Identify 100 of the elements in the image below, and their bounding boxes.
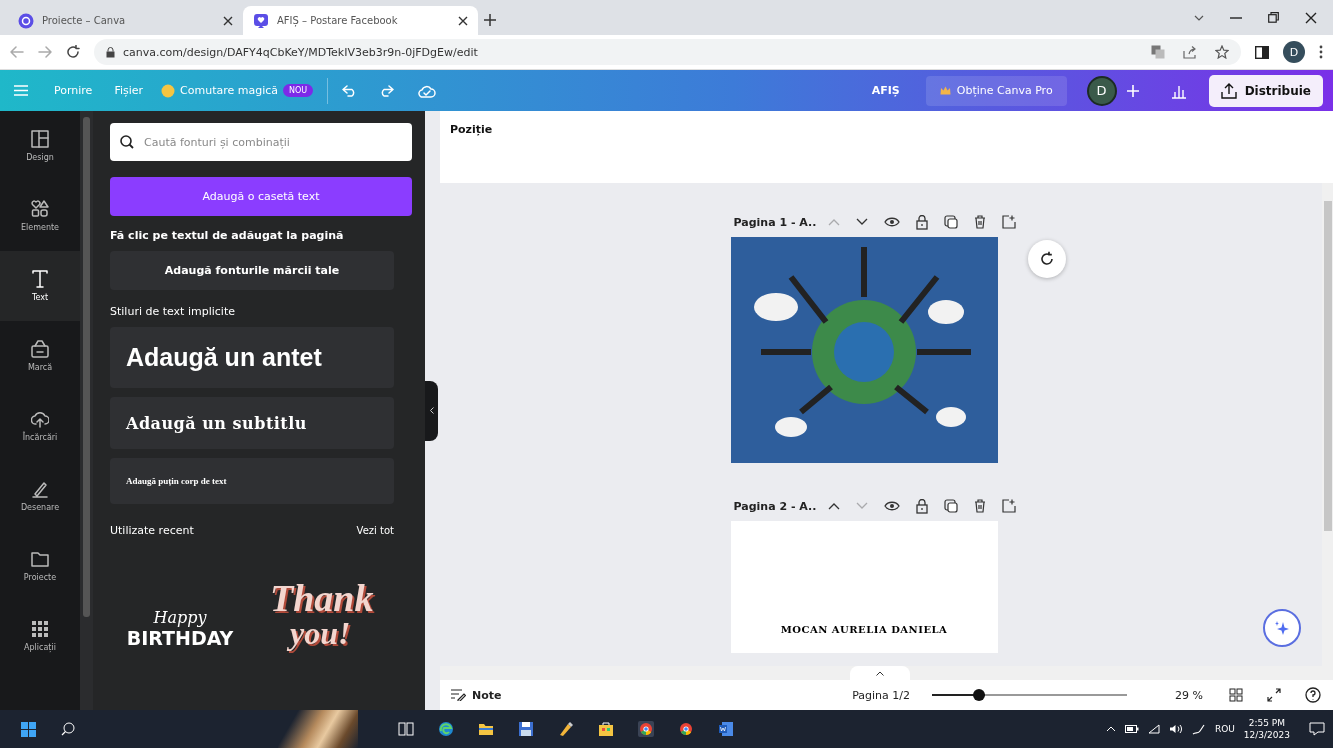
- font-combination-tile[interactable]: Thank you!: [270, 569, 410, 649]
- magic-assistant-button[interactable]: [1263, 609, 1301, 647]
- get-pro-button[interactable]: Obține Canva Pro: [925, 75, 1067, 106]
- clock-date[interactable]: 12/3/2023: [1243, 729, 1290, 741]
- sparkle-icon: [1274, 620, 1290, 636]
- reload-icon[interactable]: [66, 45, 80, 59]
- pen-tool-icon[interactable]: [558, 721, 574, 737]
- scrollbar-thumb[interactable]: [83, 117, 90, 617]
- speaker-icon[interactable]: [1168, 724, 1183, 734]
- sidebar-item[interactable]: Text: [0, 251, 80, 321]
- heart-chat-icon: [253, 12, 269, 29]
- add-page-icon[interactable]: [1002, 499, 1017, 513]
- grid-view-icon[interactable]: [1229, 688, 1243, 702]
- profile-avatar[interactable]: D: [1283, 41, 1305, 63]
- font-combination-tile[interactable]: Happy BIRTHDAY: [110, 569, 250, 649]
- lock-icon[interactable]: [916, 214, 929, 230]
- page-indicator[interactable]: Pagina 1/2: [852, 688, 911, 702]
- close-icon[interactable]: [1305, 11, 1317, 24]
- page-title[interactable]: Pagina 2 - A..: [733, 499, 817, 513]
- magic-switch-button[interactable]: Comutare magică NOU: [161, 83, 314, 98]
- word-document-icon[interactable]: [718, 721, 734, 737]
- notes-button[interactable]: Note: [450, 688, 502, 702]
- browser-tab[interactable]: AFIȘ – Postare Facebook: [243, 6, 478, 35]
- sidebar-item[interactable]: Desenare: [0, 461, 80, 531]
- trash-icon[interactable]: [974, 499, 987, 513]
- more-icon[interactable]: [1319, 45, 1323, 59]
- refresh-button[interactable]: [1028, 240, 1066, 278]
- share-icon[interactable]: [1183, 45, 1197, 59]
- windows-start-icon[interactable]: [20, 721, 36, 737]
- fullscreen-icon[interactable]: [1267, 688, 1281, 702]
- sidebar-item[interactable]: Design: [0, 111, 80, 181]
- page-text[interactable]: MOCAN AURELIA DANIELA: [730, 521, 998, 653]
- browser-tab[interactable]: Proiecte – Canva: [8, 6, 243, 35]
- tab-title: AFIȘ – Postare Facebook: [277, 15, 399, 26]
- position-label[interactable]: Poziție: [440, 111, 1333, 183]
- section-heading: Utilizate recent: [110, 524, 194, 537]
- star-icon[interactable]: [1215, 45, 1229, 59]
- sidebar-item[interactable]: Elemente: [0, 181, 80, 251]
- rotate-icon: [1039, 251, 1055, 267]
- section-heading: Stiluri de text implicite: [110, 305, 236, 318]
- text-icon: [31, 270, 49, 288]
- page-title[interactable]: Pagina 1 - A..: [733, 215, 817, 229]
- side-panel-icon[interactable]: [1255, 45, 1269, 59]
- chevron-down-icon[interactable]: [856, 218, 869, 226]
- zoom-reading: 29 %: [1175, 688, 1203, 702]
- eye-icon[interactable]: [884, 500, 901, 512]
- duplicate-icon[interactable]: [944, 215, 959, 229]
- minimize-icon[interactable]: [1230, 16, 1242, 19]
- battery-icon[interactable]: [1124, 724, 1139, 734]
- add-brand-fonts-button[interactable]: Adaugă fonturile mărcii tale: [110, 251, 394, 290]
- lock-icon: [106, 46, 115, 58]
- browser-swirl-icon[interactable]: [438, 721, 454, 737]
- new-badge: NOU: [283, 84, 314, 97]
- chevron-up-icon: [876, 670, 884, 676]
- search-icon[interactable]: [61, 722, 75, 736]
- add-text-box-button[interactable]: Adaugă o casetă text: [110, 177, 412, 216]
- store-bag-icon[interactable]: [598, 721, 614, 737]
- share-button[interactable]: Distribuie: [1208, 74, 1323, 107]
- hint-text: Fă clic pe textul de adăugat la pagină: [110, 229, 345, 242]
- folder-icon[interactable]: [478, 721, 494, 737]
- eye-icon[interactable]: [884, 216, 901, 228]
- user-avatar[interactable]: D: [1086, 75, 1117, 106]
- close-icon[interactable]: [223, 15, 233, 26]
- cloud-check-icon[interactable]: [418, 83, 437, 98]
- collapse-panel-handle[interactable]: [425, 380, 438, 441]
- text-style-button[interactable]: Adaugă un subtitlu: [110, 397, 394, 449]
- add-page-icon[interactable]: [1002, 215, 1017, 229]
- task-view-icon[interactable]: [398, 721, 414, 737]
- sidebar-item[interactable]: Proiecte: [0, 531, 80, 601]
- close-icon[interactable]: [458, 15, 468, 26]
- lock-icon[interactable]: [916, 498, 929, 514]
- apps-grid-icon: [31, 620, 49, 638]
- sidebar-item[interactable]: Aplicații: [0, 601, 80, 671]
- see-all-link[interactable]: Vezi tot: [356, 524, 394, 537]
- help-icon[interactable]: [1305, 687, 1321, 703]
- address-field[interactable]: canva.com/design/DAFY4qCbKeY/MDTekIV3eb3r9n-0jFDgEw/edit: [94, 39, 1241, 65]
- brand-kit-icon: [31, 340, 49, 358]
- language-indicator[interactable]: ROU: [1214, 724, 1235, 734]
- chrome-icon[interactable]: [678, 721, 694, 737]
- chrome-icon[interactable]: [638, 721, 654, 737]
- translate-icon[interactable]: [1151, 45, 1165, 59]
- plus-icon[interactable]: [484, 14, 496, 26]
- slider-thumb[interactable]: [972, 689, 985, 701]
- trash-icon[interactable]: [974, 215, 987, 229]
- design-title[interactable]: AFIȘ: [871, 84, 900, 97]
- chevron-down-icon[interactable]: [1194, 14, 1204, 21]
- sidebar-item[interactable]: Marcă: [0, 321, 80, 391]
- search-field[interactable]: Caută fonturi și combinații: [110, 123, 412, 161]
- restore-icon[interactable]: [1268, 12, 1279, 23]
- layout-icon: [31, 130, 49, 148]
- text-style-button[interactable]: Adaugă puțin corp de text: [110, 458, 394, 504]
- upload-icon: [1220, 82, 1237, 99]
- chevron-up-icon[interactable]: [828, 502, 841, 510]
- clock-time[interactable]: 2:55 PM: [1248, 717, 1286, 729]
- sidebar-item[interactable]: Încărcări: [0, 391, 80, 461]
- url-text: canva.com/design/DAFY4qCbKeY/MDTekIV3eb3r9n-0jFDgEw/edit: [123, 45, 478, 59]
- text-style-button[interactable]: Adaugă un antet: [110, 327, 394, 388]
- duplicate-icon[interactable]: [944, 499, 959, 513]
- scrollbar-thumb[interactable]: [1323, 201, 1332, 531]
- notifications-icon[interactable]: [1309, 722, 1325, 736]
